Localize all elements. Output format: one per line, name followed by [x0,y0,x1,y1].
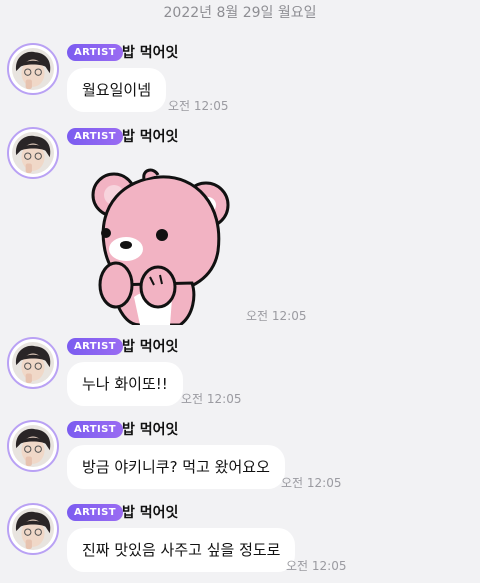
message-time: 오전 12:05 [286,559,347,573]
message-bubble[interactable]: 방금 야키니쿠? 먹고 왔어요오 [67,445,285,489]
avatar-photo [12,48,54,90]
message-time: 오전 12:05 [168,99,229,113]
pink-bear-sticker-icon[interactable] [84,165,240,325]
avatar[interactable] [7,127,59,179]
artist-badge: ARTIST [67,504,123,521]
sender-name: 밥 먹어잇 [122,422,179,438]
avatar[interactable] [7,420,59,472]
message-bubble[interactable]: 월요일이넴 [67,68,167,112]
date-header: 2022년 8월 29일 월요일 [163,5,317,21]
sender-name: 밥 먹어잇 [122,505,179,521]
sender-name: 밥 먹어잇 [122,129,179,145]
message-bubble[interactable]: 진짜 맛있음 사주고 싶을 정도로 [67,528,296,572]
message-time: 오전 12:05 [246,309,307,323]
avatar-photo [12,132,54,174]
artist-badge: ARTIST [67,128,123,145]
artist-badge: ARTIST [67,421,123,438]
avatar[interactable] [7,337,59,389]
message-bubble[interactable]: 누나 화이또!! [67,362,183,406]
sender-name: 밥 먹어잇 [122,45,179,61]
avatar[interactable] [7,503,59,555]
avatar-photo [12,508,54,550]
artist-badge: ARTIST [67,44,123,61]
avatar-photo [12,425,54,467]
sender-name: 밥 먹어잇 [122,339,179,355]
message-time: 오전 12:05 [281,476,342,490]
avatar-photo [12,342,54,384]
avatar[interactable] [7,43,59,95]
artist-badge: ARTIST [67,338,123,355]
message-time: 오전 12:05 [181,392,242,406]
